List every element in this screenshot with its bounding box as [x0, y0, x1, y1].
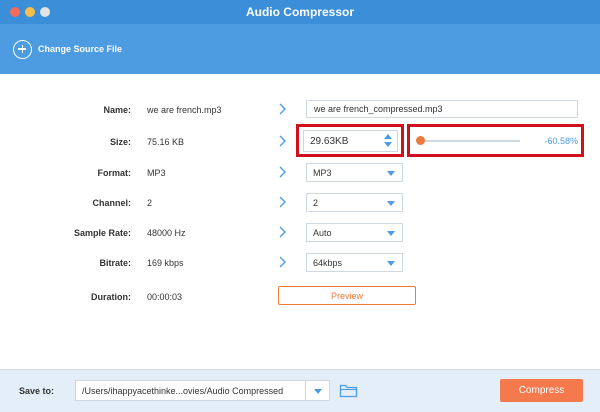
format-label: Format: — [97, 168, 132, 178]
caret-down-icon — [387, 261, 395, 266]
chevron-right-icon — [278, 196, 287, 208]
source-bitrate-value: 169 kbps — [147, 258, 184, 268]
highlight-box-size-field — [296, 124, 404, 157]
name-label: Name: — [103, 105, 131, 115]
format-select[interactable]: MP3 — [306, 163, 403, 182]
chevron-right-icon — [278, 166, 287, 178]
plus-circle-icon — [13, 39, 32, 59]
source-name-value: we are french.mp3 — [147, 105, 222, 115]
source-size-value: 75.16 KB — [147, 137, 185, 147]
sample-rate-select[interactable]: Auto — [306, 223, 403, 242]
bitrate-label: Bitrate: — [99, 258, 131, 268]
chevron-right-icon — [278, 256, 287, 268]
toolbar: Change Source File — [0, 24, 600, 74]
chevron-right-icon — [278, 103, 287, 115]
title-bar: Audio Compressor — [0, 0, 600, 24]
caret-down-icon — [314, 389, 322, 394]
change-source-file-button[interactable]: Change Source File — [13, 39, 122, 59]
save-path-field[interactable]: /Users/ihappyacethinke...ovies/Audio Com… — [75, 380, 306, 401]
sample-rate-label: Sample Rate: — [73, 228, 131, 238]
save-to-label: Save to: — [19, 386, 55, 396]
footer-bar: Save to: /Users/ihappyacethinke...ovies/… — [0, 369, 600, 412]
change-source-file-label: Change Source File — [38, 44, 123, 54]
highlight-box-size-slider — [407, 124, 584, 157]
channel-select[interactable]: 2 — [306, 193, 403, 212]
caret-down-icon — [387, 171, 395, 176]
chevron-right-icon — [278, 226, 287, 238]
compress-button[interactable]: Compress — [500, 379, 583, 402]
format-selected-value: MP3 — [313, 168, 332, 178]
source-duration-value: 00:00:03 — [147, 292, 183, 302]
caret-down-icon — [387, 231, 395, 236]
duration-label: Duration: — [91, 292, 131, 302]
save-path-dropdown-button[interactable] — [306, 380, 330, 401]
preview-button[interactable]: Preview — [278, 286, 416, 305]
caret-down-icon — [387, 201, 395, 206]
source-sample-rate-value: 48000 Hz — [147, 228, 186, 238]
window-title: Audio Compressor — [245, 5, 354, 19]
sample-rate-selected-value: Auto — [313, 228, 332, 238]
folder-icon[interactable] — [339, 382, 358, 399]
output-name-input[interactable]: we are french_compressed.mp3 — [306, 100, 578, 118]
channel-label: Channel: — [92, 198, 131, 208]
source-channel-value: 2 — [147, 198, 153, 208]
bitrate-select[interactable]: 64kbps — [306, 253, 403, 272]
bitrate-selected-value: 64kbps — [313, 258, 343, 268]
size-label: Size: — [109, 137, 131, 147]
source-format-value: MP3 — [147, 168, 166, 178]
channel-selected-value: 2 — [313, 198, 319, 208]
chevron-right-icon — [278, 135, 287, 147]
